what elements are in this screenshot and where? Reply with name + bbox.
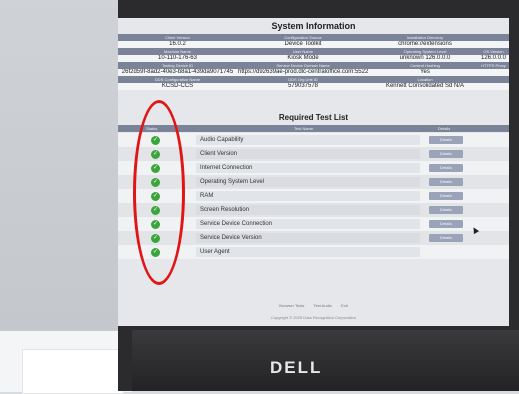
dds-configuration-value: KCSD-CCS bbox=[161, 83, 194, 89]
configuration-source-value: Device Toolkit bbox=[284, 41, 322, 47]
page-title: System Information bbox=[271, 21, 356, 31]
footer-links: Browser Tests Test Audio Exit bbox=[118, 303, 509, 308]
machine-name-value: 10-110-176-63 bbox=[158, 55, 197, 61]
system-info-grid: Client Version Configuration Source Inst… bbox=[118, 34, 509, 90]
test-name-column-header: Test Name bbox=[294, 126, 314, 131]
test-name: Service Device Version bbox=[200, 235, 262, 241]
service-device-domain-value: https://d92639ae-prod.dlc-centraloffice.… bbox=[238, 69, 368, 75]
details-button[interactable]: Details bbox=[429, 150, 463, 158]
details-button[interactable]: Details bbox=[429, 192, 463, 200]
location-value: Kennett Consolidated Sd N/A bbox=[385, 83, 465, 89]
exit-link[interactable]: Exit bbox=[341, 303, 348, 308]
details-button[interactable]: Details bbox=[429, 164, 463, 172]
info-header: DDS Configuration Name bbox=[154, 77, 201, 82]
test-name: User Agent bbox=[200, 249, 230, 255]
monitor-chin bbox=[132, 330, 519, 391]
dell-logo: DELL bbox=[270, 358, 323, 377]
user-name-value: Kiosk Mode bbox=[287, 55, 319, 61]
content-hashing-value: Yes bbox=[420, 69, 430, 75]
test-name: Screen Resolution bbox=[200, 207, 250, 213]
testing-device-id-value: 26f2d59f-8ad2-40e3-b8a1-439da9071745 bbox=[121, 69, 234, 75]
details-button[interactable]: Details bbox=[429, 206, 463, 214]
test-name: Operating System Level bbox=[200, 179, 265, 185]
test-name: Audio Capability bbox=[200, 137, 244, 143]
info-header: Content Hashing bbox=[410, 63, 440, 68]
details-button[interactable]: Details bbox=[429, 178, 463, 186]
info-header: OS Version bbox=[483, 49, 504, 54]
info-header: Machine Name bbox=[164, 49, 191, 54]
test-name: RAM bbox=[200, 193, 214, 199]
browser-tests-link[interactable]: Browser Tests bbox=[279, 303, 304, 308]
paper-card bbox=[22, 349, 124, 394]
info-header-row: DDS Configuration Name DDS Org Unit ID L… bbox=[118, 76, 509, 83]
info-header: Testing Device ID bbox=[161, 63, 194, 68]
details-button[interactable]: Details bbox=[429, 136, 463, 144]
os-version-value: 126.0.0.0 bbox=[480, 55, 507, 61]
info-header: Service Device Domain Name bbox=[276, 63, 330, 68]
details-button[interactable]: Details bbox=[429, 234, 463, 242]
info-header: Client Version bbox=[165, 35, 190, 40]
test-name: Service Device Connection bbox=[200, 221, 273, 227]
info-header-row: Machine Name User Name Operating System … bbox=[118, 48, 509, 55]
details-button[interactable]: Details bbox=[429, 220, 463, 228]
info-value-row: 10-110-176-63 Kiosk Mode unknown 126.0.0… bbox=[118, 55, 509, 62]
info-header: Installation Directory bbox=[406, 35, 444, 40]
info-header-row: Testing Device ID Service Device Domain … bbox=[118, 62, 509, 69]
os-level-value: unknown 126.0.0.0 bbox=[399, 55, 451, 61]
required-test-list-title: Required Test List bbox=[278, 113, 349, 122]
client-version-value: 16.0.2 bbox=[169, 41, 186, 47]
test-name: Client Version bbox=[200, 151, 238, 157]
test-name: Internet Connection bbox=[200, 165, 253, 171]
info-value-row: KCSD-CCS 579037578 Kennett Consolidated … bbox=[118, 83, 509, 90]
info-header: HTTPS Proxy bbox=[481, 63, 506, 68]
info-value-row: 26f2d59f-8ad2-40e3-b8a1-439da9071745 htt… bbox=[118, 69, 509, 76]
test-name-bar bbox=[196, 191, 420, 201]
installation-directory-value: chrome://extensions bbox=[398, 41, 452, 47]
copyright-text: Copyright © 2025 Data Recognition Corpor… bbox=[271, 315, 356, 320]
paper-sheet bbox=[0, 330, 132, 394]
info-header: DDS Org Unit ID bbox=[288, 77, 318, 82]
background-left bbox=[0, 0, 118, 330]
info-header: Operating System Level bbox=[403, 49, 447, 54]
info-header: Configuration Source bbox=[284, 35, 322, 40]
details-column-header: Details bbox=[438, 126, 451, 131]
info-header-row: Client Version Configuration Source Inst… bbox=[118, 34, 509, 41]
info-header: Location bbox=[417, 77, 433, 82]
test-audio-link[interactable]: Test Audio bbox=[313, 303, 331, 308]
info-header: User Name bbox=[292, 49, 314, 54]
dds-org-unit-value: 579037578 bbox=[287, 83, 319, 89]
info-value-row: 16.0.2 Device Toolkit chrome://extension… bbox=[118, 41, 509, 48]
red-circle-annotation bbox=[133, 100, 185, 285]
